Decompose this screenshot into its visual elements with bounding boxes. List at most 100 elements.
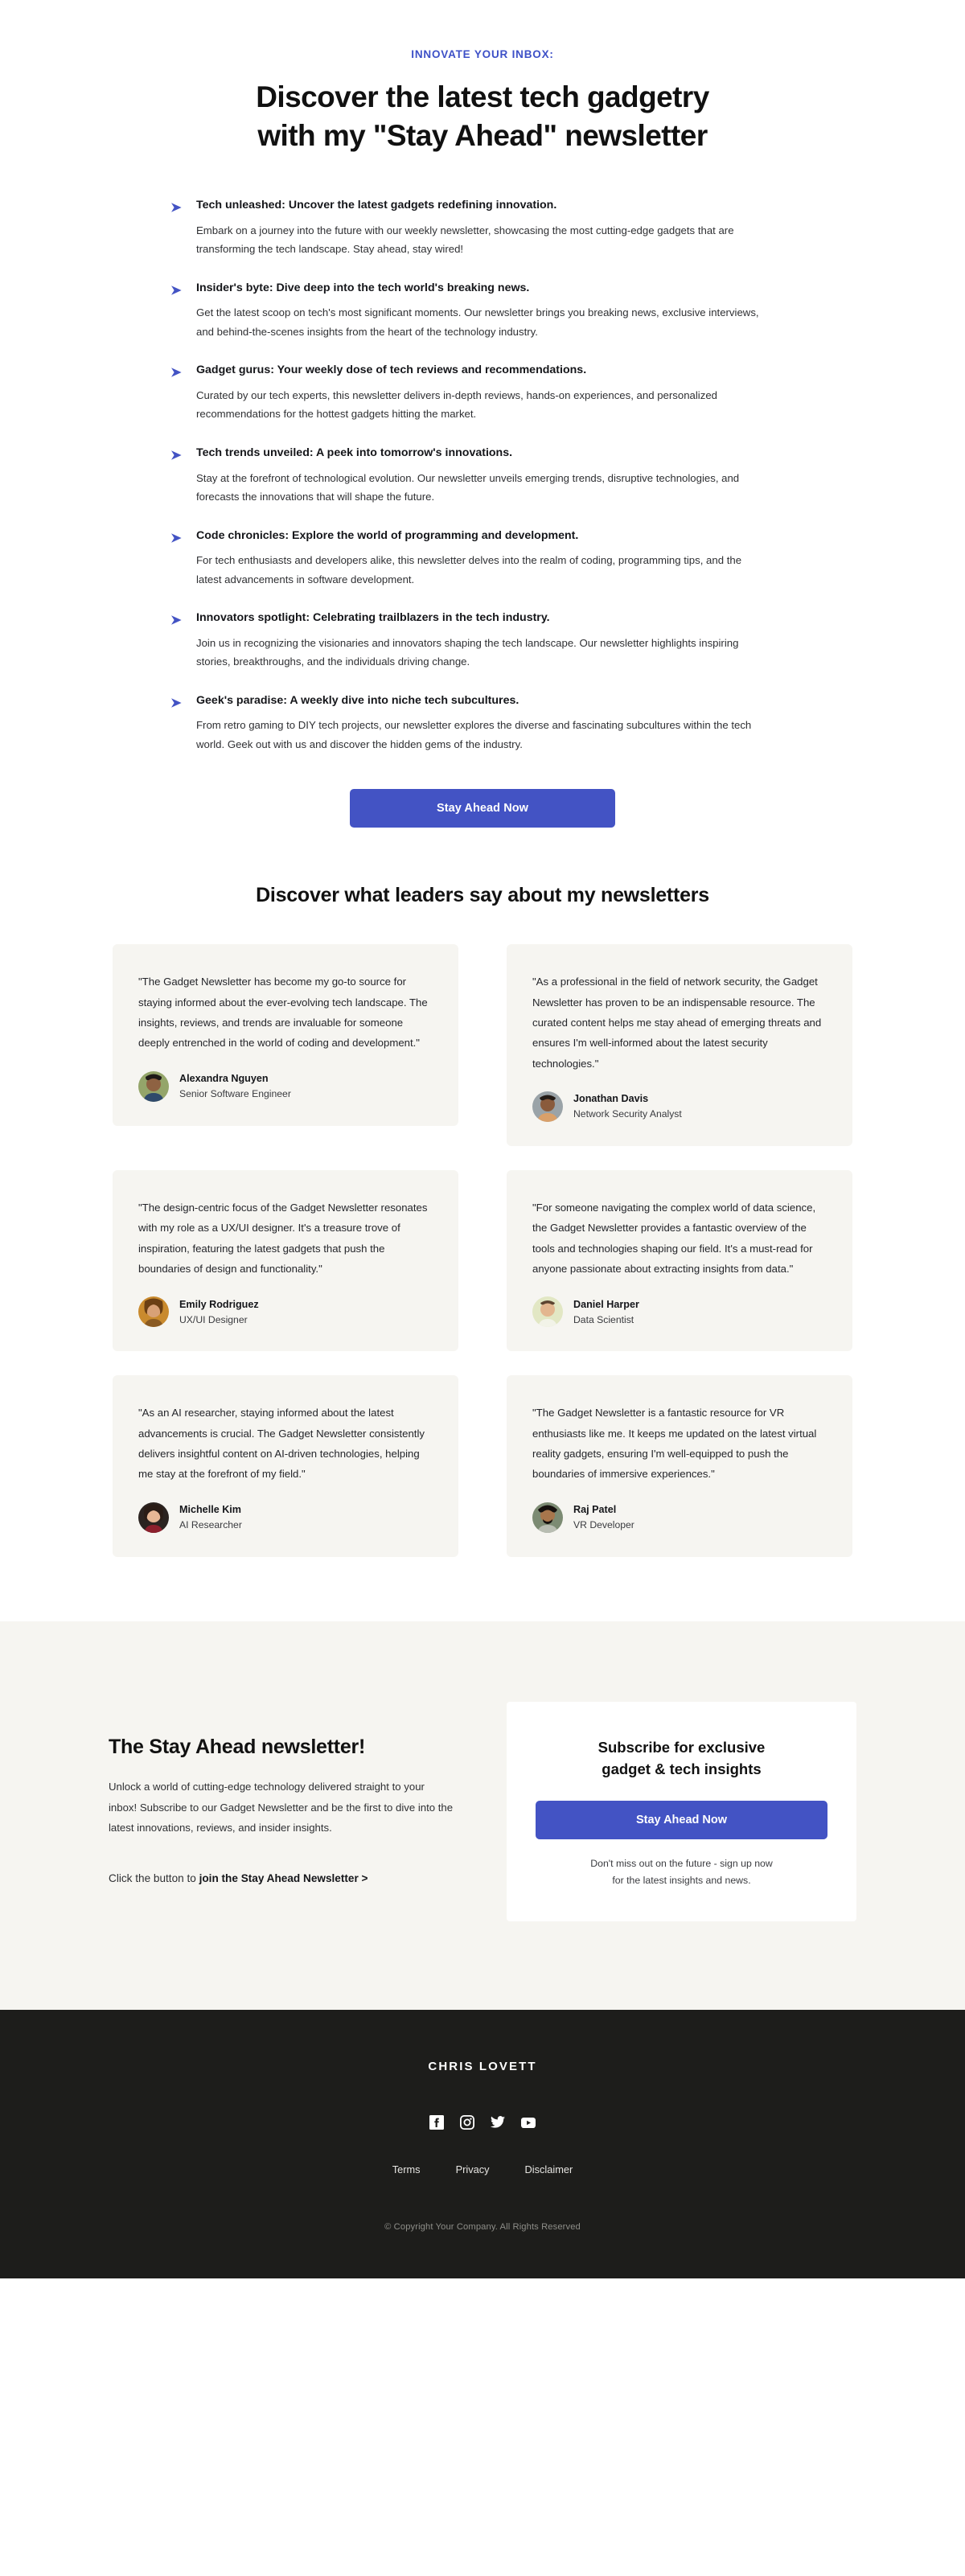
testimonial-role: Data Scientist bbox=[573, 1313, 634, 1325]
feature-description: Curated by our tech experts, this newsle… bbox=[196, 388, 718, 421]
testimonial-author: Alexandra Nguyen Senior Software Enginee… bbox=[138, 1070, 433, 1102]
subscribe-card-title-line-1: Subscribe for exclusive bbox=[597, 1738, 766, 1756]
feature-description: Embark on a journey into the future with… bbox=[196, 224, 734, 256]
avatar-jonathan-davis bbox=[532, 1091, 563, 1123]
testimonial-name: Alexandra Nguyen bbox=[179, 1073, 269, 1085]
testimonials-grid: "The Gadget Newsletter has become my go-… bbox=[80, 944, 885, 1557]
footer-link-disclaimer[interactable]: Disclaimer bbox=[525, 2163, 573, 2175]
feature-item: Code chronicles: Explore the world of pr… bbox=[169, 528, 796, 590]
testimonial-quote: "The design-centric focus of the Gadget … bbox=[138, 1202, 428, 1276]
footer-brand: CHRIS LOVETT bbox=[428, 2060, 537, 2074]
arrow-right-icon bbox=[169, 282, 185, 298]
testimonial-card: "The Gadget Newsletter has become my go-… bbox=[113, 944, 458, 1126]
avatar-emily-rodriguez bbox=[138, 1296, 169, 1328]
arrow-right-icon bbox=[169, 364, 185, 380]
feature-title: Tech trends unveiled: A peek into tomorr… bbox=[196, 446, 513, 459]
facebook-icon[interactable] bbox=[429, 2115, 444, 2130]
subscribe-card-title: Subscribe for exclusive gadget & tech in… bbox=[536, 1737, 827, 1781]
instagram-icon[interactable] bbox=[460, 2115, 474, 2130]
subscribe-card-note: Don't miss out on the future - sign up n… bbox=[536, 1855, 827, 1889]
arrow-right-icon bbox=[169, 447, 185, 463]
testimonial-name: Emily Rodriguez bbox=[179, 1298, 259, 1310]
testimonial-author: Jonathan Davis Network Security Analyst bbox=[532, 1091, 827, 1123]
subscribe-band-title: The Stay Ahead newsletter! bbox=[109, 1735, 366, 1758]
feature-title: Innovators spotlight: Celebrating trailb… bbox=[196, 611, 550, 625]
testimonial-role: Senior Software Engineer bbox=[179, 1088, 291, 1100]
primary-cta-row: Stay Ahead Now bbox=[169, 789, 796, 828]
subscribe-stay-ahead-now-button[interactable]: Stay Ahead Now bbox=[536, 1801, 827, 1840]
feature-list: Tech unleashed: Uncover the latest gadge… bbox=[161, 197, 804, 828]
arrow-right-icon bbox=[169, 612, 185, 628]
hero-title-line-2: with my "Stay Ahead" newsletter bbox=[257, 119, 708, 153]
avatar-alexandra-nguyen bbox=[138, 1070, 169, 1102]
testimonial-card: "For someone navigating the complex worl… bbox=[507, 1170, 852, 1352]
testimonial-card: "As an AI researcher, staying informed a… bbox=[113, 1375, 458, 1557]
testimonial-name: Jonathan Davis bbox=[573, 1093, 649, 1105]
social-links bbox=[0, 2115, 965, 2130]
testimonial-quote: "The Gadget Newsletter is a fantastic re… bbox=[532, 1407, 817, 1481]
testimonial-name: Daniel Harper bbox=[573, 1298, 639, 1310]
subscribe-note-line-2: for the latest insights and news. bbox=[612, 1875, 751, 1887]
footer-links: Terms Privacy Disclaimer bbox=[0, 2163, 965, 2175]
testimonial-author: Raj Patel VR Developer bbox=[532, 1502, 827, 1533]
hero-section: INNOVATE YOUR INBOX: Discover the latest… bbox=[0, 0, 965, 155]
avatar-michelle-kim bbox=[138, 1502, 169, 1533]
arrow-right-icon bbox=[169, 695, 185, 711]
feature-title: Code chronicles: Explore the world of pr… bbox=[196, 528, 579, 542]
subscribe-note-line-1: Don't miss out on the future - sign up n… bbox=[590, 1858, 773, 1870]
testimonial-quote: "As an AI researcher, staying informed a… bbox=[138, 1407, 425, 1481]
avatar-raj-patel bbox=[532, 1502, 563, 1533]
testimonials-section: Discover what leaders say about my newsl… bbox=[0, 828, 965, 1621]
join-newsletter-link[interactable]: join the Stay Ahead Newsletter > bbox=[199, 1872, 368, 1884]
feature-description: From retro gaming to DIY tech projects, … bbox=[196, 719, 752, 750]
testimonial-name: Raj Patel bbox=[573, 1504, 617, 1516]
feature-title: Geek's paradise: A weekly dive into nich… bbox=[196, 693, 519, 707]
feature-title: Tech unleashed: Uncover the latest gadge… bbox=[196, 199, 557, 212]
feature-description: Stay at the forefront of technological e… bbox=[196, 471, 740, 503]
link-prefix-text: Click the button to bbox=[109, 1872, 199, 1885]
hero-title-line-1: Discover the latest tech gadgetry bbox=[256, 80, 709, 113]
stay-ahead-now-button[interactable]: Stay Ahead Now bbox=[350, 789, 615, 828]
landing-page: INNOVATE YOUR INBOX: Discover the latest… bbox=[0, 0, 965, 2279]
testimonial-role: AI Researcher bbox=[179, 1519, 242, 1531]
copyright-text: © Copyright Your Company. All Rights Res… bbox=[384, 2222, 581, 2233]
feature-item: Geek's paradise: A weekly dive into nich… bbox=[169, 692, 796, 754]
subscribe-band-copy: The Stay Ahead newsletter! Unlock a worl… bbox=[109, 1736, 458, 1888]
avatar-daniel-harper bbox=[532, 1296, 563, 1328]
testimonial-author: Daniel Harper Data Scientist bbox=[532, 1296, 827, 1328]
testimonial-quote: "For someone navigating the complex worl… bbox=[532, 1202, 816, 1276]
footer-link-terms[interactable]: Terms bbox=[392, 2163, 421, 2175]
feature-description: For tech enthusiasts and developers alik… bbox=[196, 554, 742, 585]
subscribe-band-link-line: Click the button to join the Stay Ahead … bbox=[109, 1869, 458, 1888]
youtube-icon[interactable] bbox=[521, 2115, 536, 2130]
subscribe-card: Subscribe for exclusive gadget & tech in… bbox=[507, 1701, 856, 1922]
page-title: Discover the latest tech gadgetry with m… bbox=[153, 78, 812, 155]
testimonial-card: "The design-centric focus of the Gadget … bbox=[113, 1170, 458, 1352]
arrow-right-icon bbox=[169, 199, 185, 216]
feature-item: Innovators spotlight: Celebrating trailb… bbox=[169, 610, 796, 672]
testimonial-quote: "As a professional in the field of netwo… bbox=[532, 976, 822, 1070]
testimonial-name: Michelle Kim bbox=[179, 1504, 241, 1516]
testimonials-title: Discover what leaders say about my newsl… bbox=[256, 884, 709, 907]
subscribe-band-body: Unlock a world of cutting-edge technolog… bbox=[109, 1780, 454, 1834]
testimonial-card: "As a professional in the field of netwo… bbox=[507, 944, 852, 1147]
subscribe-band: The Stay Ahead newsletter! Unlock a worl… bbox=[0, 1621, 965, 2011]
twitter-icon[interactable] bbox=[491, 2115, 505, 2130]
testimonial-card: "The Gadget Newsletter is a fantastic re… bbox=[507, 1375, 852, 1557]
feature-title: Gadget gurus: Your weekly dose of tech r… bbox=[196, 364, 587, 377]
feature-title: Insider's byte: Dive deep into the tech … bbox=[196, 281, 530, 294]
testimonial-role: Network Security Analyst bbox=[573, 1108, 682, 1120]
testimonial-author: Emily Rodriguez UX/UI Designer bbox=[138, 1296, 433, 1328]
arrow-right-icon bbox=[169, 530, 185, 546]
subscribe-card-title-line-2: gadget & tech insights bbox=[602, 1760, 762, 1777]
hero-eyebrow: INNOVATE YOUR INBOX: bbox=[411, 48, 554, 60]
feature-item: Tech unleashed: Uncover the latest gadge… bbox=[169, 197, 796, 259]
footer-link-privacy[interactable]: Privacy bbox=[456, 2163, 490, 2175]
testimonial-role: VR Developer bbox=[573, 1519, 634, 1531]
testimonial-role: UX/UI Designer bbox=[179, 1313, 248, 1325]
feature-item: Tech trends unveiled: A peek into tomorr… bbox=[169, 445, 796, 507]
feature-item: Gadget gurus: Your weekly dose of tech r… bbox=[169, 362, 796, 424]
testimonial-author: Michelle Kim AI Researcher bbox=[138, 1502, 433, 1533]
feature-description: Get the latest scoop on tech's most sign… bbox=[196, 306, 759, 338]
feature-item: Insider's byte: Dive deep into the tech … bbox=[169, 280, 796, 342]
